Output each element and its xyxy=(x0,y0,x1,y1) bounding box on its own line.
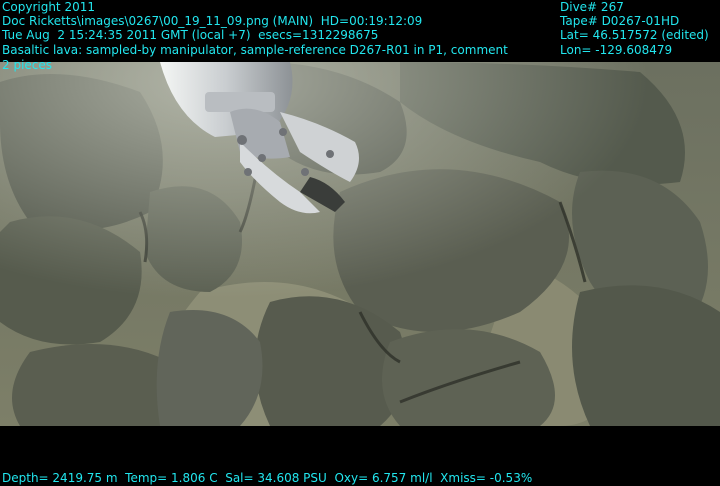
overlay-source-line: Doc Ricketts\images\0267\00_19_11_09.png… xyxy=(2,14,423,28)
seafloor-scene xyxy=(0,62,720,426)
overlay-time-line: Tue Aug 2 15:24:35 2011 GMT (local +7) e… xyxy=(2,28,379,42)
overlay-longitude: Lon= -129.608479 xyxy=(560,43,673,57)
video-frame: Copyright 2011 Doc Ricketts\images\0267\… xyxy=(0,0,720,486)
overlay-copyright: Copyright 2011 xyxy=(2,0,95,14)
overlay-tape-number: Tape# D0267-01HD xyxy=(560,14,680,28)
overlay-latitude: Lat= 46.517572 (edited) xyxy=(560,28,709,42)
overlay-comment-continuation: 2 pieces xyxy=(2,58,53,72)
overlay-dive-number: Dive# 267 xyxy=(560,0,624,14)
lamp-glow xyxy=(0,62,720,426)
overlay-comment-line: Basaltic lava: sampled-by manipulator, s… xyxy=(2,43,508,57)
overlay-sensor-readout: Depth= 2419.75 m Temp= 1.806 C Sal= 34.6… xyxy=(2,471,533,485)
